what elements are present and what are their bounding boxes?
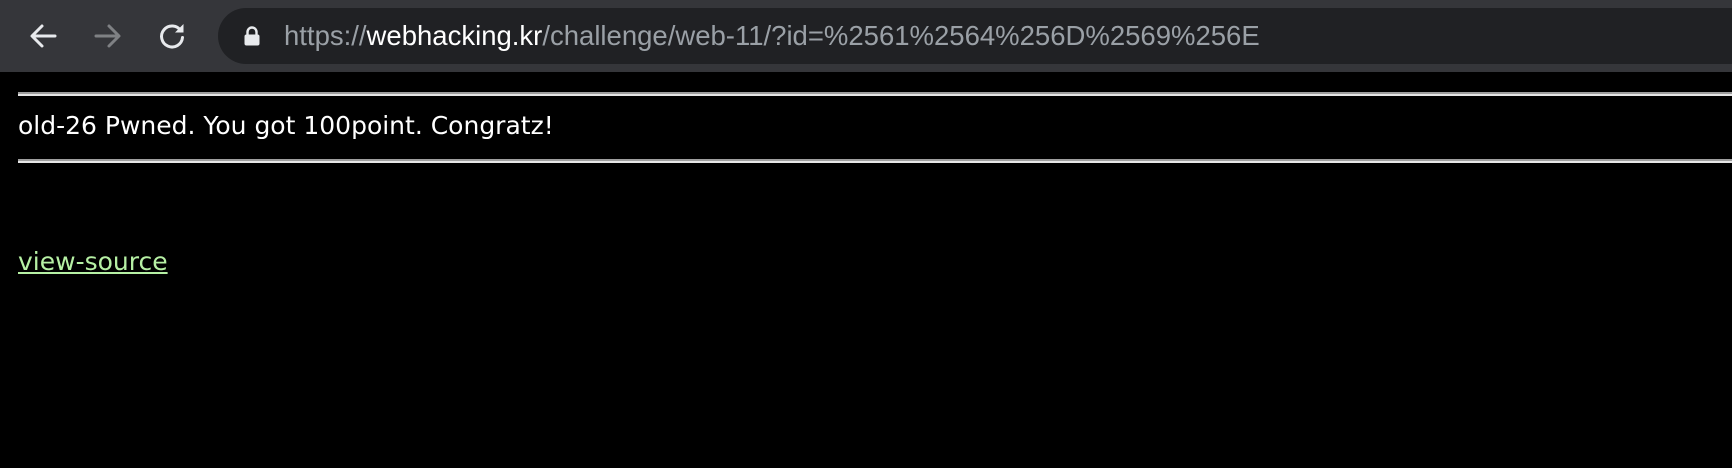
url-text[interactable]: https://webhacking.kr/challenge/web-11/?…	[284, 21, 1260, 51]
success-message: old-26 Pwned. You got 100point. Congratz…	[18, 111, 554, 140]
forward-button[interactable]	[88, 16, 128, 56]
back-button[interactable]	[23, 16, 63, 56]
url-path: /challenge/web-11/?id=%2561%2564%256D%25…	[542, 20, 1260, 51]
browser-toolbar: https://webhacking.kr/challenge/web-11/?…	[0, 0, 1732, 72]
arrow-right-icon	[94, 24, 121, 48]
reload-icon	[160, 24, 184, 49]
page-content: old-26 Pwned. You got 100point. Congratz…	[0, 72, 1732, 468]
horizontal-rule-bottom	[18, 159, 1732, 163]
view-source-link[interactable]: view-source	[18, 242, 168, 282]
lock-icon[interactable]	[242, 26, 262, 46]
address-bar[interactable]: https://webhacking.kr/challenge/web-11/?…	[218, 8, 1732, 64]
url-scheme: https://	[284, 20, 367, 51]
arrow-left-icon	[30, 24, 57, 48]
url-host: webhacking.kr	[366, 20, 543, 51]
horizontal-rule-top	[18, 92, 1732, 96]
reload-button[interactable]	[152, 16, 192, 56]
